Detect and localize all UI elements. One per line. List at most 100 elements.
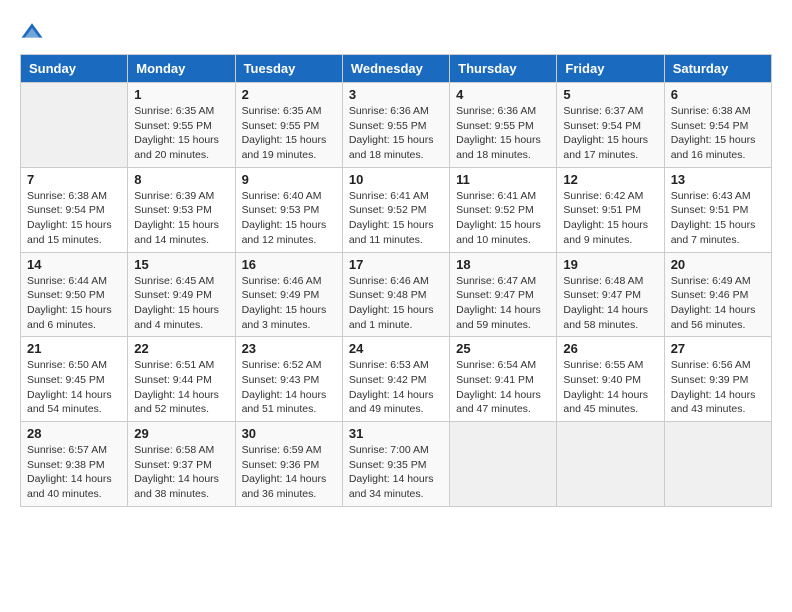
day-number: 7 <box>27 172 121 187</box>
day-info: Sunrise: 6:41 AM Sunset: 9:52 PM Dayligh… <box>456 189 550 248</box>
calendar-cell <box>450 422 557 507</box>
day-header-wednesday: Wednesday <box>342 55 449 83</box>
day-info: Sunrise: 6:56 AM Sunset: 9:39 PM Dayligh… <box>671 358 765 417</box>
day-number: 4 <box>456 87 550 102</box>
day-number: 27 <box>671 341 765 356</box>
day-info: Sunrise: 6:40 AM Sunset: 9:53 PM Dayligh… <box>242 189 336 248</box>
day-info: Sunrise: 6:46 AM Sunset: 9:49 PM Dayligh… <box>242 274 336 333</box>
calendar-cell: 19Sunrise: 6:48 AM Sunset: 9:47 PM Dayli… <box>557 252 664 337</box>
day-number: 19 <box>563 257 657 272</box>
day-info: Sunrise: 6:58 AM Sunset: 9:37 PM Dayligh… <box>134 443 228 502</box>
calendar-cell: 14Sunrise: 6:44 AM Sunset: 9:50 PM Dayli… <box>21 252 128 337</box>
day-info: Sunrise: 6:43 AM Sunset: 9:51 PM Dayligh… <box>671 189 765 248</box>
calendar-cell: 12 Sunrise: 6:42 AM Sunset: 9:51 PM Dayli… <box>557 167 664 252</box>
day-number: 22 <box>134 341 228 356</box>
calendar-cell: 9 Sunrise: 6:40 AM Sunset: 9:53 PM Daylig… <box>235 167 342 252</box>
day-number: 5 <box>563 87 657 102</box>
day-info: Sunrise: 6:49 AM Sunset: 9:46 PM Dayligh… <box>671 274 765 333</box>
day-number: 16 <box>242 257 336 272</box>
calendar-cell: 18 Sunrise: 6:47 AM Sunset: 9:47 PM Dayli… <box>450 252 557 337</box>
day-info: Sunrise: 6:35 AM Sunset: 9:55 PM Dayligh… <box>134 104 228 163</box>
day-number: 9 <box>242 172 336 187</box>
day-info: Sunrise: 6:47 AM Sunset: 9:47 PM Dayligh… <box>456 274 550 333</box>
day-info: Sunrise: 6:51 AM Sunset: 9:44 PM Dayligh… <box>134 358 228 417</box>
day-info: Sunrise: 6:55 AM Sunset: 9:40 PM Dayligh… <box>563 358 657 417</box>
day-number: 26 <box>563 341 657 356</box>
day-header-saturday: Saturday <box>664 55 771 83</box>
day-info: Sunrise: 6:36 AM Sunset: 9:55 PM Dayligh… <box>456 104 550 163</box>
day-info: Sunrise: 6:45 AM Sunset: 9:49 PM Dayligh… <box>134 274 228 333</box>
day-info: Sunrise: 6:46 AM Sunset: 9:48 PM Dayligh… <box>349 274 443 333</box>
day-number: 25 <box>456 341 550 356</box>
day-number: 14 <box>27 257 121 272</box>
day-info: Sunrise: 6:38 AM Sunset: 9:54 PM Dayligh… <box>671 104 765 163</box>
day-info: Sunrise: 6:59 AM Sunset: 9:36 PM Dayligh… <box>242 443 336 502</box>
calendar-header-row: SundayMondayTuesdayWednesdayThursdayFrid… <box>21 55 772 83</box>
calendar-week-3: 14Sunrise: 6:44 AM Sunset: 9:50 PM Dayli… <box>21 252 772 337</box>
day-number: 31 <box>349 426 443 441</box>
day-header-tuesday: Tuesday <box>235 55 342 83</box>
calendar-week-5: 28 Sunrise: 6:57 AM Sunset: 9:38 PM Dayli… <box>21 422 772 507</box>
day-header-monday: Monday <box>128 55 235 83</box>
calendar-cell: 21Sunrise: 6:50 AM Sunset: 9:45 PM Dayli… <box>21 337 128 422</box>
calendar-cell: 10Sunrise: 6:41 AM Sunset: 9:52 PM Dayli… <box>342 167 449 252</box>
calendar-cell: 13 Sunrise: 6:43 AM Sunset: 9:51 PM Dayli… <box>664 167 771 252</box>
day-number: 29 <box>134 426 228 441</box>
day-info: Sunrise: 6:38 AM Sunset: 9:54 PM Dayligh… <box>27 189 121 248</box>
calendar-cell: 1 Sunrise: 6:35 AM Sunset: 9:55 PM Daylig… <box>128 83 235 168</box>
calendar-week-2: 7 Sunrise: 6:38 AM Sunset: 9:54 PM Daylig… <box>21 167 772 252</box>
calendar-cell: 2 Sunrise: 6:35 AM Sunset: 9:55 PM Daylig… <box>235 83 342 168</box>
day-info: Sunrise: 6:36 AM Sunset: 9:55 PM Dayligh… <box>349 104 443 163</box>
calendar-cell: 6 Sunrise: 6:38 AM Sunset: 9:54 PM Daylig… <box>664 83 771 168</box>
calendar-cell: 3Sunrise: 6:36 AM Sunset: 9:55 PM Daylig… <box>342 83 449 168</box>
calendar-week-1: 1 Sunrise: 6:35 AM Sunset: 9:55 PM Daylig… <box>21 83 772 168</box>
calendar-cell <box>557 422 664 507</box>
day-number: 28 <box>27 426 121 441</box>
day-number: 6 <box>671 87 765 102</box>
calendar-cell: 26 Sunrise: 6:55 AM Sunset: 9:40 PM Dayli… <box>557 337 664 422</box>
day-number: 24 <box>349 341 443 356</box>
calendar-cell <box>664 422 771 507</box>
calendar-cell: 4 Sunrise: 6:36 AM Sunset: 9:55 PM Daylig… <box>450 83 557 168</box>
day-info: Sunrise: 6:41 AM Sunset: 9:52 PM Dayligh… <box>349 189 443 248</box>
day-number: 13 <box>671 172 765 187</box>
calendar-cell: 22 Sunrise: 6:51 AM Sunset: 9:44 PM Dayli… <box>128 337 235 422</box>
calendar-cell: 7 Sunrise: 6:38 AM Sunset: 9:54 PM Daylig… <box>21 167 128 252</box>
calendar: SundayMondayTuesdayWednesdayThursdayFrid… <box>20 54 772 507</box>
day-number: 23 <box>242 341 336 356</box>
day-info: Sunrise: 6:42 AM Sunset: 9:51 PM Dayligh… <box>563 189 657 248</box>
day-info: Sunrise: 6:37 AM Sunset: 9:54 PM Dayligh… <box>563 104 657 163</box>
day-info: Sunrise: 6:39 AM Sunset: 9:53 PM Dayligh… <box>134 189 228 248</box>
day-header-friday: Friday <box>557 55 664 83</box>
calendar-cell: 20 Sunrise: 6:49 AM Sunset: 9:46 PM Dayli… <box>664 252 771 337</box>
logo-icon <box>20 20 44 44</box>
day-number: 15 <box>134 257 228 272</box>
calendar-cell: 17 Sunrise: 6:46 AM Sunset: 9:48 PM Dayli… <box>342 252 449 337</box>
day-number: 1 <box>134 87 228 102</box>
day-number: 21 <box>27 341 121 356</box>
calendar-cell: 28 Sunrise: 6:57 AM Sunset: 9:38 PM Dayli… <box>21 422 128 507</box>
calendar-cell: 24 Sunrise: 6:53 AM Sunset: 9:42 PM Dayli… <box>342 337 449 422</box>
calendar-cell: 29 Sunrise: 6:58 AM Sunset: 9:37 PM Dayli… <box>128 422 235 507</box>
calendar-cell: 23 Sunrise: 6:52 AM Sunset: 9:43 PM Dayli… <box>235 337 342 422</box>
day-info: Sunrise: 7:00 AM Sunset: 9:35 PM Dayligh… <box>349 443 443 502</box>
day-info: Sunrise: 6:35 AM Sunset: 9:55 PM Dayligh… <box>242 104 336 163</box>
calendar-cell: 15 Sunrise: 6:45 AM Sunset: 9:49 PM Dayli… <box>128 252 235 337</box>
day-info: Sunrise: 6:53 AM Sunset: 9:42 PM Dayligh… <box>349 358 443 417</box>
day-number: 30 <box>242 426 336 441</box>
calendar-cell: 30 Sunrise: 6:59 AM Sunset: 9:36 PM Dayli… <box>235 422 342 507</box>
day-number: 11 <box>456 172 550 187</box>
calendar-cell: 25 Sunrise: 6:54 AM Sunset: 9:41 PM Dayli… <box>450 337 557 422</box>
calendar-body: 1 Sunrise: 6:35 AM Sunset: 9:55 PM Daylig… <box>21 83 772 507</box>
day-number: 2 <box>242 87 336 102</box>
day-number: 20 <box>671 257 765 272</box>
day-info: Sunrise: 6:52 AM Sunset: 9:43 PM Dayligh… <box>242 358 336 417</box>
day-info: Sunrise: 6:57 AM Sunset: 9:38 PM Dayligh… <box>27 443 121 502</box>
day-header-thursday: Thursday <box>450 55 557 83</box>
calendar-cell: 27 Sunrise: 6:56 AM Sunset: 9:39 PM Dayli… <box>664 337 771 422</box>
day-number: 12 <box>563 172 657 187</box>
day-info: Sunrise: 6:54 AM Sunset: 9:41 PM Dayligh… <box>456 358 550 417</box>
day-number: 17 <box>349 257 443 272</box>
day-header-sunday: Sunday <box>21 55 128 83</box>
day-number: 18 <box>456 257 550 272</box>
